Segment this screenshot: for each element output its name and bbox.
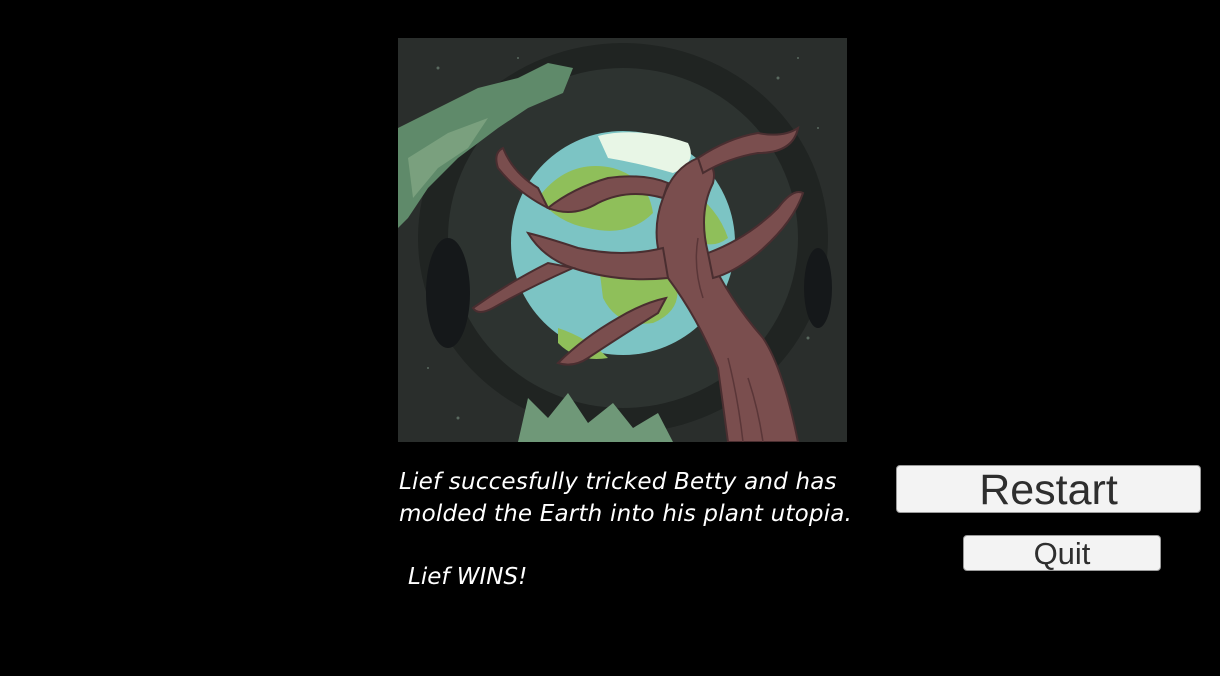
story-line-1: Lief succesfully tricked Betty and has	[399, 469, 837, 495]
winner-announcement: Lief WINS!	[408, 564, 528, 590]
restart-button[interactable]: Restart	[896, 465, 1201, 514]
ending-artwork	[398, 38, 847, 442]
story-line-2: molded the Earth into his plant utopia.	[399, 501, 853, 527]
ending-story-text: Lief succesfully tricked Betty and has m…	[399, 466, 879, 530]
quit-button[interactable]: Quit	[963, 535, 1161, 571]
